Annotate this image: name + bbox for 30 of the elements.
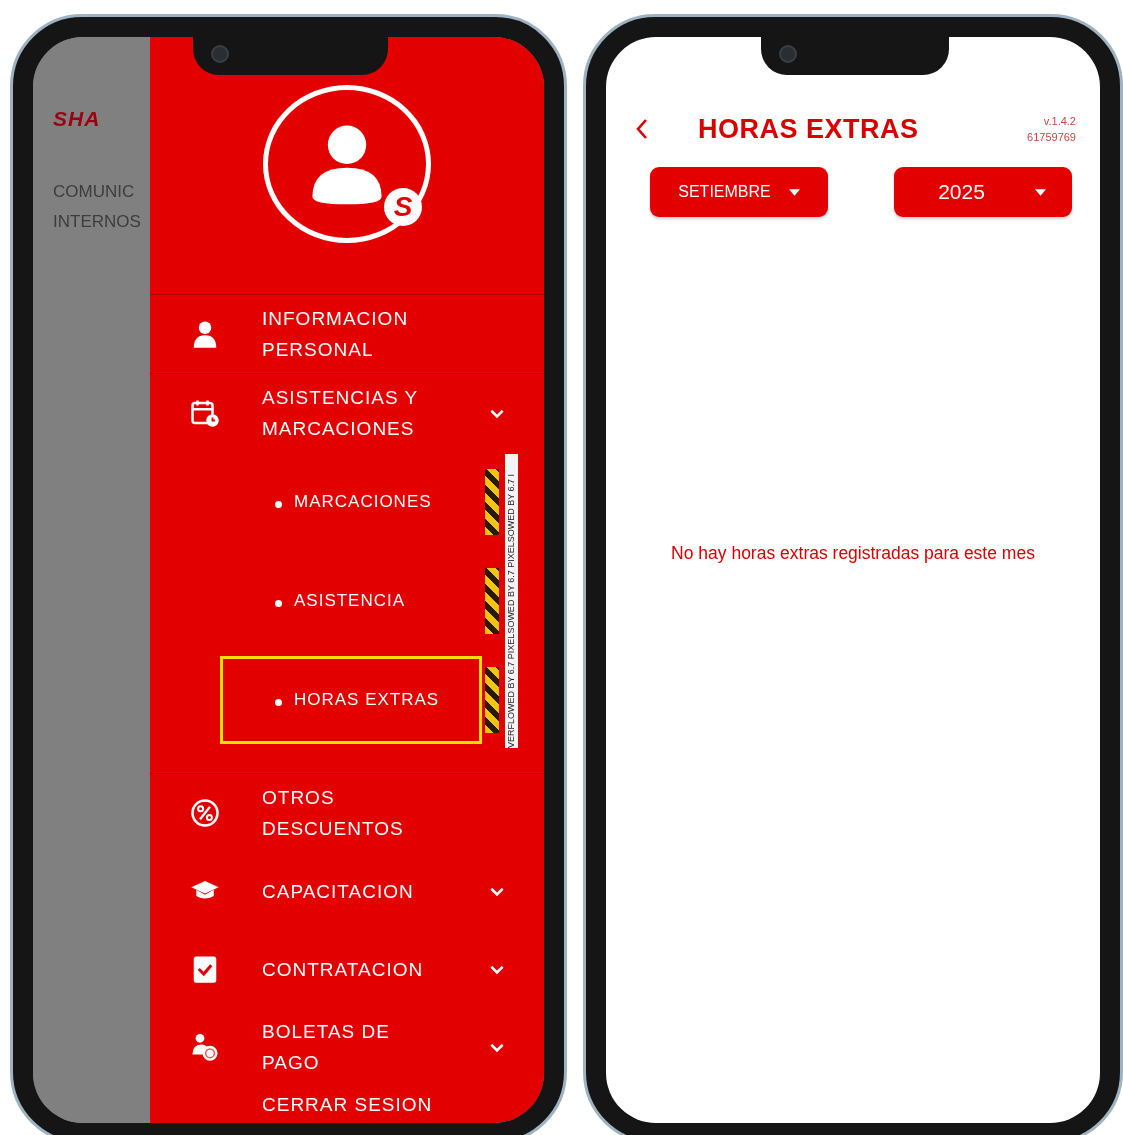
dropdown-button[interactable]: SETIEMBRE <box>650 167 828 217</box>
warning-stripes <box>485 567 499 634</box>
drawer-menu-item[interactable]: CONTRATACION <box>150 930 544 1008</box>
drawer-menu-item[interactable]: BOLETAS DE PAGO <box>150 1008 544 1086</box>
caret-icon <box>1034 188 1046 196</box>
user-code: 61759769 <box>1027 130 1076 145</box>
logout-link[interactable]: CERRAR SESION <box>262 1094 544 1116</box>
submenu-item[interactable]: HORAS EXTRAS <box>220 655 482 744</box>
person-coin-icon <box>190 1032 220 1062</box>
empty-state-message: No hay horas extras registradas para este mes <box>671 543 1035 565</box>
percent-icon <box>190 798 220 828</box>
drawer-menu-item[interactable]: INFORMACION PERSONAL <box>150 295 544 373</box>
version-label: v.1.4.2 <box>1043 114 1076 129</box>
drawer-menu-item[interactable]: CAPACITACION <box>150 852 544 930</box>
menu-label: COMUNIC INTERNOS <box>53 181 142 233</box>
warning-stripes <box>485 468 499 535</box>
dropdown-button[interactable]: 2025 <box>894 167 1072 217</box>
drawer-menu-item[interactable]: ASISTENCIAS Y MARCACIONES <box>150 374 544 452</box>
submenu-item[interactable]: MARCACIONES <box>220 457 482 546</box>
app-logo: SHA <box>53 107 102 131</box>
overflow-warning-label: VERFLOWED BY 6.7 PIXELSOWED BY 6.7 PIXELSOWED BY 6.7 I <box>505 454 518 748</box>
page-title: HORAS EXTRAS <box>698 113 919 145</box>
avatar-badge: S <box>384 188 422 226</box>
drawer-menu-item[interactable]: OTROS DESCUENTOS <box>150 774 544 852</box>
submenu-item[interactable]: ASISTENCIA <box>220 556 482 645</box>
caret-icon <box>788 188 800 196</box>
camera-icon <box>779 45 797 63</box>
camera-icon <box>211 45 229 63</box>
calendar-clock-icon <box>190 398 220 428</box>
warning-stripes <box>485 666 499 733</box>
